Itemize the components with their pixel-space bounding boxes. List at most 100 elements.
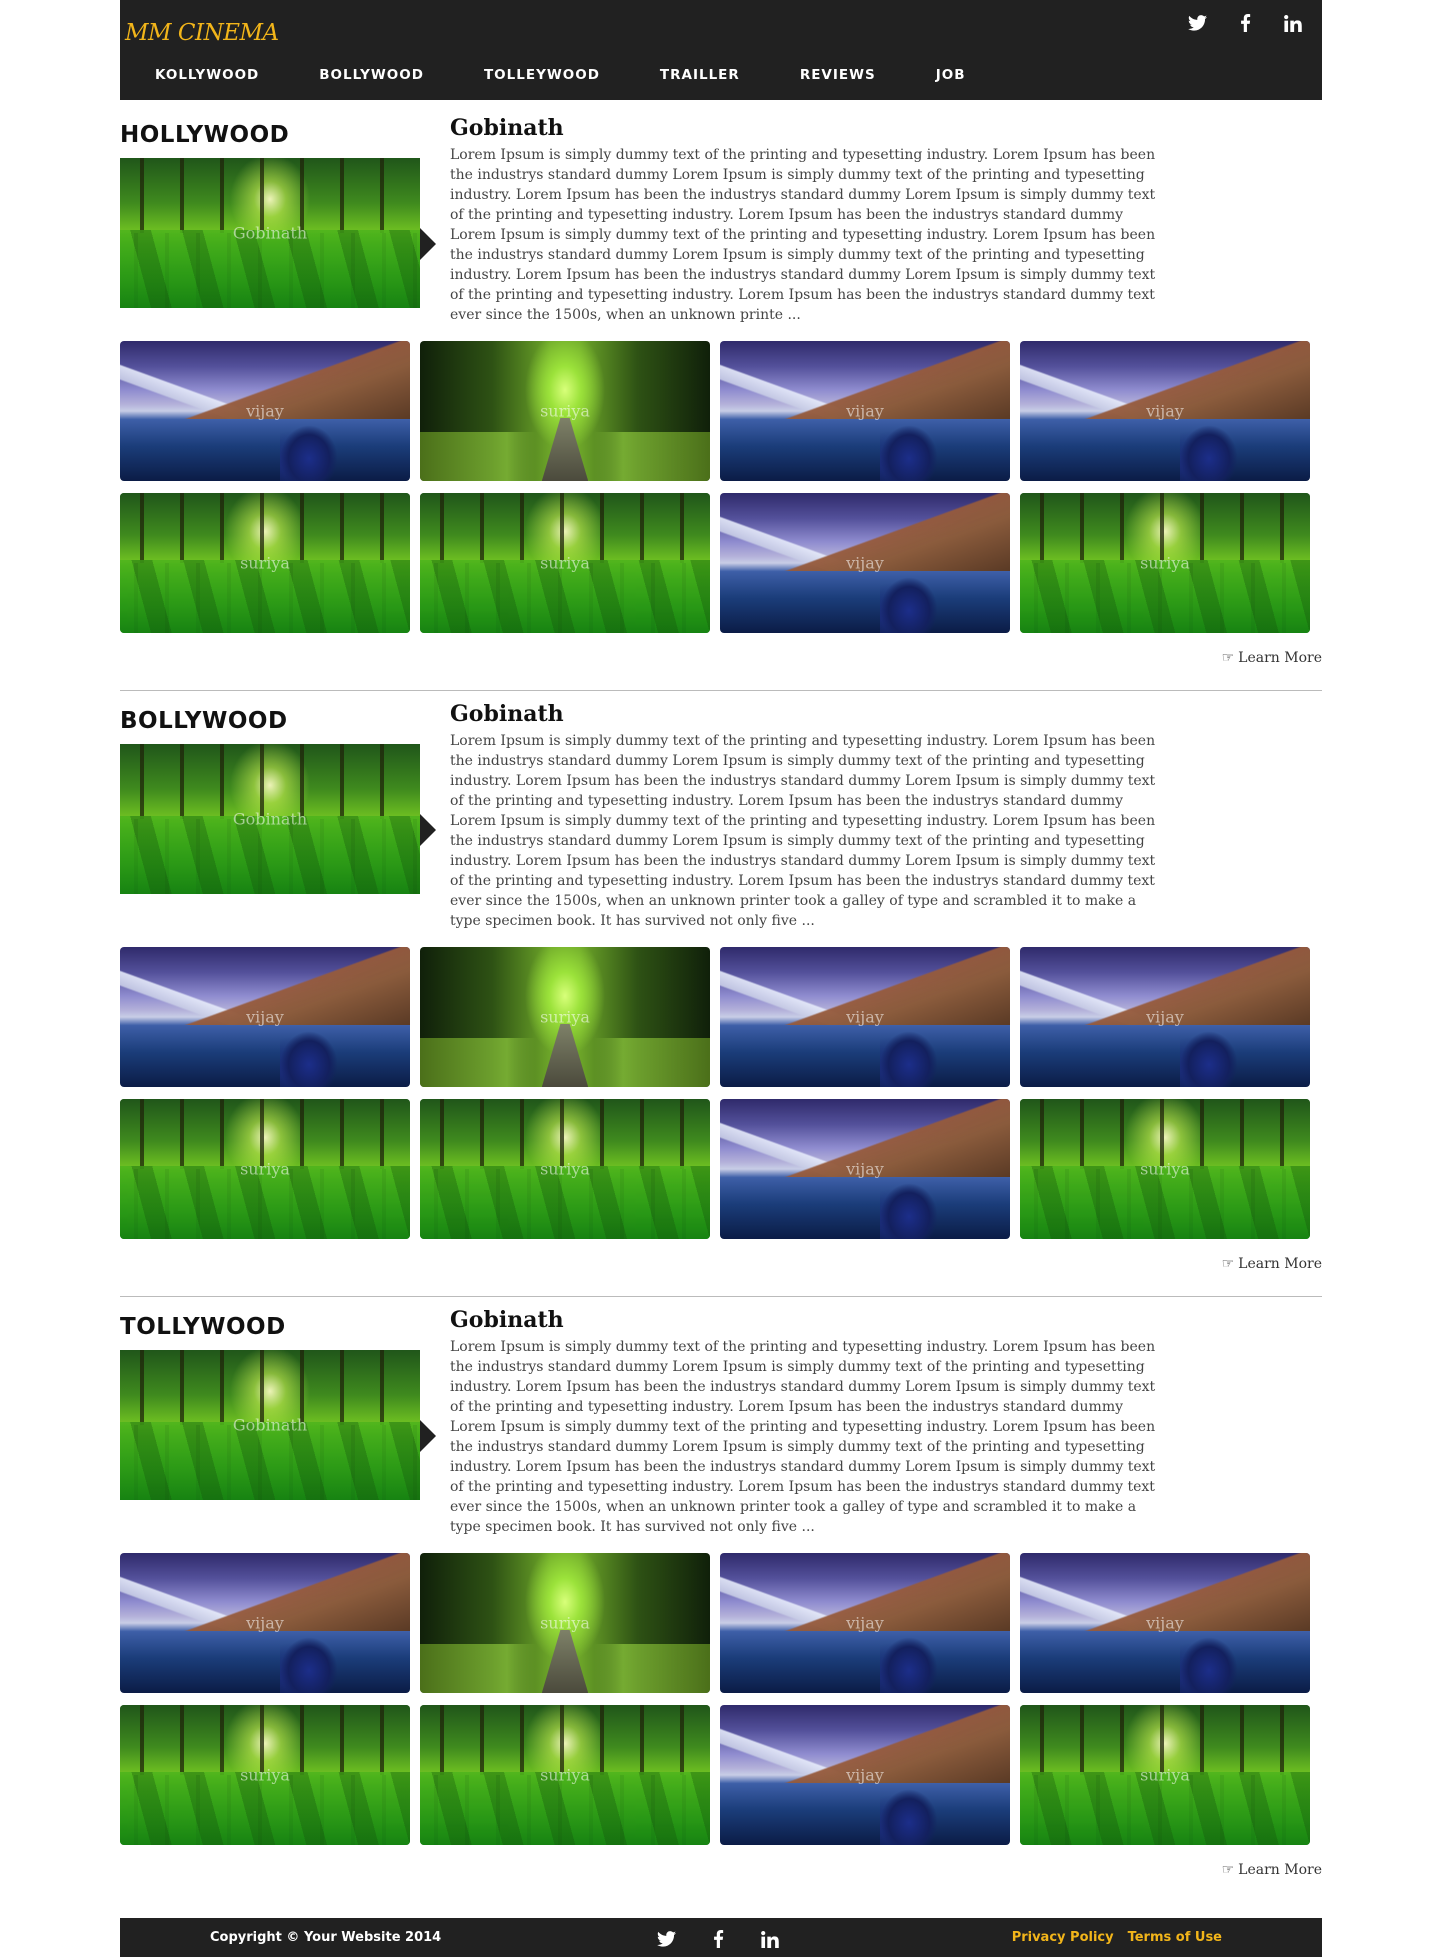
nav-item-job[interactable]: JOB — [936, 58, 966, 92]
thumb-label: suriya — [240, 553, 290, 573]
feature-pointer — [420, 1420, 436, 1452]
section-title: BOLLYWOOD — [120, 708, 288, 734]
thumb-label: suriya — [1140, 1765, 1190, 1785]
feature-caption: Gobinath — [232, 1415, 308, 1435]
learn-more-link[interactable]: ☞ Learn More — [1222, 650, 1322, 666]
thumb[interactable]: vijay — [720, 1705, 1010, 1845]
learn-more-label: Learn More — [1238, 1862, 1322, 1878]
thumb-label: suriya — [240, 1159, 290, 1179]
thumb-label: suriya — [540, 1007, 590, 1027]
footer-social — [655, 1926, 781, 1952]
article: Gobinath Lorem Ipsum is simply dummy tex… — [450, 1307, 1200, 1537]
thumb-label: suriya — [1140, 1159, 1190, 1179]
thumb-label: suriya — [540, 1613, 590, 1633]
article-body: Lorem Ipsum is simply dummy text of the … — [450, 1339, 1156, 1535]
thumb[interactable]: vijay — [120, 1553, 410, 1693]
thumb-label: vijay — [846, 1765, 884, 1785]
thumb[interactable]: suriya — [420, 493, 710, 633]
facebook-icon[interactable] — [1234, 10, 1256, 36]
article: Gobinath Lorem Ipsum is simply dummy tex… — [450, 115, 1200, 325]
thumb[interactable]: suriya — [120, 1099, 410, 1239]
thumb-label: vijay — [846, 1159, 884, 1179]
section-divider — [120, 1296, 1322, 1297]
thumb[interactable]: suriya — [420, 947, 710, 1087]
thumb[interactable]: vijay — [1020, 947, 1310, 1087]
thumb-label: suriya — [1140, 553, 1190, 573]
nav-item-bollywood[interactable]: BOLLYWOOD — [319, 58, 424, 92]
thumb-label: suriya — [540, 1765, 590, 1785]
thumb[interactable]: suriya — [420, 341, 710, 481]
thumb[interactable]: suriya — [420, 1553, 710, 1693]
footer-links: Privacy Policy Terms of Use — [1012, 1930, 1222, 1945]
hand-pointer-icon: ☞ — [1221, 1256, 1235, 1272]
thumb-label: vijay — [246, 1613, 284, 1633]
thumb[interactable]: vijay — [1020, 341, 1310, 481]
thumb[interactable]: vijay — [720, 1553, 1010, 1693]
thumb[interactable]: vijay — [720, 341, 1010, 481]
twitter-icon[interactable] — [655, 1926, 677, 1952]
thumb[interactable]: suriya — [120, 1705, 410, 1845]
learn-more-link[interactable]: ☞ Learn More — [1222, 1256, 1322, 1272]
thumb[interactable]: suriya — [1020, 493, 1310, 633]
thumb-label: vijay — [1146, 1007, 1184, 1027]
site-logo[interactable]: MM CINEMA — [125, 20, 279, 46]
privacy-policy-link[interactable]: Privacy Policy — [1012, 1930, 1114, 1945]
thumb-label: vijay — [846, 1613, 884, 1633]
hand-pointer-icon: ☞ — [1221, 1862, 1235, 1878]
thumb[interactable]: suriya — [420, 1705, 710, 1845]
thumb[interactable]: vijay — [1020, 1553, 1310, 1693]
linkedin-icon[interactable] — [759, 1926, 781, 1952]
feature-pointer — [420, 228, 436, 260]
thumb[interactable]: suriya — [1020, 1099, 1310, 1239]
section-bollywood: BOLLYWOOD Gobinath Gobinath Lorem Ipsum … — [120, 701, 1322, 1297]
thumb[interactable]: suriya — [1020, 1705, 1310, 1845]
thumb-label: vijay — [846, 553, 884, 573]
thumb-label: vijay — [846, 1007, 884, 1027]
nav-item-trailler[interactable]: TRAILLER — [660, 58, 740, 92]
article-title[interactable]: Gobinath — [450, 115, 1200, 141]
thumb[interactable]: vijay — [120, 341, 410, 481]
twitter-icon[interactable] — [1186, 10, 1208, 36]
article-body: Lorem Ipsum is simply dummy text of the … — [450, 147, 1156, 323]
thumb-label: suriya — [540, 553, 590, 573]
article-title[interactable]: Gobinath — [450, 701, 1200, 727]
thumb-label: vijay — [846, 401, 884, 421]
linkedin-icon[interactable] — [1282, 10, 1304, 36]
nav-item-tolleywood[interactable]: TOLLEYWOOD — [484, 58, 600, 92]
article-body: Lorem Ipsum is simply dummy text of the … — [450, 733, 1156, 929]
header-social — [1186, 10, 1304, 36]
thumb[interactable]: vijay — [720, 1099, 1010, 1239]
thumb[interactable]: suriya — [420, 1099, 710, 1239]
feature-image[interactable]: Gobinath — [120, 158, 420, 308]
thumb-label: vijay — [1146, 401, 1184, 421]
thumb-label: vijay — [246, 1007, 284, 1027]
thumb-label: suriya — [540, 1159, 590, 1179]
thumb[interactable]: vijay — [720, 947, 1010, 1087]
facebook-icon[interactable] — [707, 1926, 729, 1952]
terms-of-use-link[interactable]: Terms of Use — [1128, 1930, 1222, 1945]
article-title[interactable]: Gobinath — [450, 1307, 1200, 1333]
section-title: TOLLYWOOD — [120, 1314, 286, 1340]
site-footer: Copyright © Your Website 2014 Privacy Po… — [120, 1918, 1322, 1957]
feature-image[interactable]: Gobinath — [120, 744, 420, 894]
thumb-label: suriya — [240, 1765, 290, 1785]
thumb-label: vijay — [1146, 1613, 1184, 1633]
section-divider — [120, 690, 1322, 691]
thumb[interactable]: vijay — [720, 493, 1010, 633]
feature-image[interactable]: Gobinath — [120, 1350, 420, 1500]
nav-item-kollywood[interactable]: KOLLYWOOD — [155, 58, 259, 92]
learn-more-link[interactable]: ☞ Learn More — [1222, 1862, 1322, 1878]
copyright-text: Copyright © Your Website 2014 — [210, 1930, 442, 1945]
learn-more-label: Learn More — [1238, 650, 1322, 666]
site-header: MM CINEMA KOLLYWOOD BOLLYWOOD TOLLEYWOOD… — [120, 0, 1322, 100]
thumb-label: vijay — [246, 401, 284, 421]
main-nav: KOLLYWOOD BOLLYWOOD TOLLEYWOOD TRAILLER … — [120, 58, 991, 92]
thumb-label: suriya — [540, 401, 590, 421]
thumb[interactable]: vijay — [120, 947, 410, 1087]
hand-pointer-icon: ☞ — [1221, 650, 1235, 666]
thumb[interactable]: suriya — [120, 493, 410, 633]
nav-item-reviews[interactable]: REVIEWS — [800, 58, 876, 92]
section-hollywood: HOLLYWOOD Gobinath Gobinath Lorem Ipsum … — [120, 115, 1322, 691]
feature-caption: Gobinath — [232, 809, 308, 829]
section-title: HOLLYWOOD — [120, 122, 290, 148]
